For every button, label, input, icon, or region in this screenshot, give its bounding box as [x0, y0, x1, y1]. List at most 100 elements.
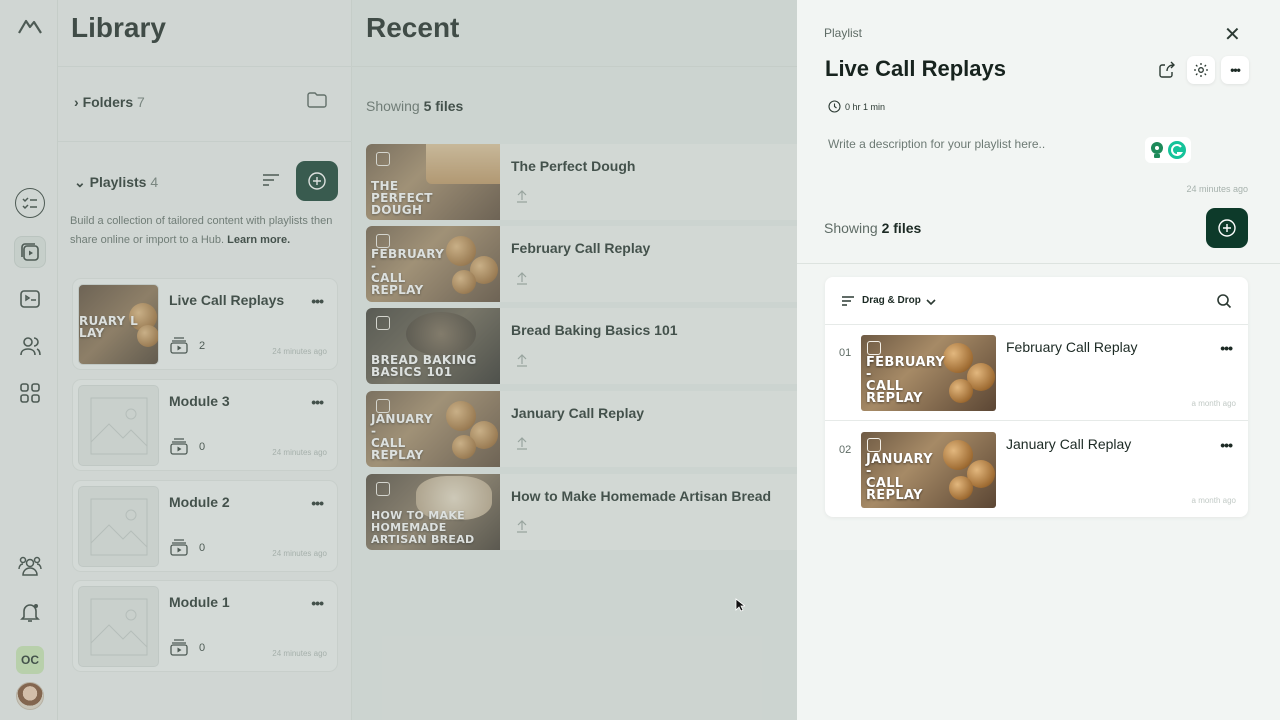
plus-icon [1218, 219, 1236, 237]
clock-icon [828, 100, 841, 113]
plus-icon [308, 172, 326, 190]
file-title: January Call Replay [1006, 436, 1132, 452]
select-checkbox[interactable] [376, 316, 390, 330]
settings-gear-icon[interactable] [1187, 56, 1215, 84]
file-title: February Call Replay [511, 240, 651, 256]
sort-icon[interactable] [841, 294, 855, 312]
file-row[interactable]: BREAD BAKING BASICS 101 Bread Baking Basi… [366, 308, 797, 384]
share-icon[interactable] [1153, 56, 1181, 84]
placeholder-image-icon [78, 486, 159, 567]
upload-icon[interactable] [516, 353, 528, 372]
recent-file-count: Showing 5 files [366, 98, 464, 114]
add-file-button[interactable] [1206, 208, 1248, 248]
video-stack-icon [169, 336, 189, 359]
bell-icon[interactable] [14, 596, 46, 628]
playlists-nav-icon[interactable] [14, 236, 46, 268]
file-thumbnail: HOW TO MAKE HOMEMADE ARTISAN BREAD [366, 474, 500, 550]
folders-label: Folders [82, 94, 134, 110]
select-checkbox[interactable] [867, 438, 881, 452]
recent-title: Recent [366, 12, 460, 43]
hubs-nav-icon[interactable] [14, 377, 46, 409]
more-options-icon[interactable]: ••• [311, 394, 324, 410]
file-row[interactable]: THE PERFECT DOUGH The Perfect Dough [366, 144, 797, 220]
community-icon[interactable] [14, 550, 46, 582]
file-thumbnail: BREAD BAKING BASICS 101 [366, 308, 500, 384]
panel-breadcrumb: Playlist [824, 26, 863, 40]
select-checkbox[interactable] [376, 234, 390, 248]
folders-section[interactable]: › Folders 7 [58, 66, 352, 142]
video-stack-icon [169, 437, 189, 460]
select-checkbox[interactable] [376, 399, 390, 413]
chevron-down-icon[interactable] [925, 294, 937, 312]
select-checkbox[interactable] [376, 482, 390, 496]
file-row[interactable]: HOW TO MAKE HOMEMADE ARTISAN BREAD How to … [366, 474, 797, 550]
updated-timestamp: 24 minutes ago [1186, 184, 1248, 194]
list-item[interactable]: 01 FEBRUARY - CALL REPLAY February Call Rep… [825, 325, 1248, 421]
library-panel: Library › Folders 7 ⌄ Playlists 4 Build … [58, 0, 352, 720]
checklist-icon[interactable] [15, 188, 45, 218]
search-icon[interactable] [1216, 293, 1232, 314]
file-title: How to Make Homemade Artisan Bread [511, 488, 772, 504]
more-options-icon[interactable]: ••• [311, 293, 324, 309]
playlist-card[interactable]: Module 3 ••• 0 24 minutes ago [72, 379, 338, 471]
playlist-title: Live Call Replays [825, 56, 1006, 81]
recent-panel: Recent Showing 5 files THE PERFECT DOUGH T… [352, 0, 797, 720]
more-options-icon[interactable]: ••• [1220, 340, 1233, 356]
list-toolbar: Drag & Drop [825, 277, 1248, 325]
avatar[interactable] [16, 682, 44, 710]
more-options-icon[interactable]: ••• [1221, 56, 1249, 84]
file-row[interactable]: JANUARY - CALL REPLAY January Call Replay [366, 391, 797, 467]
more-options-icon[interactable]: ••• [311, 495, 324, 511]
logo-icon[interactable] [14, 10, 46, 42]
file-thumbnail: JANUARY - CALL REPLAY [861, 432, 996, 508]
playlist-title: Live Call Replays [169, 292, 285, 308]
description-input[interactable]: Write a description for your playlist he… [828, 137, 1045, 151]
playlists-description: Build a collection of tailored content w… [70, 215, 333, 246]
upload-icon[interactable] [516, 436, 528, 455]
playlist-card[interactable]: RUARY L LAY Live Call Replays ••• 2 24 m… [72, 278, 338, 370]
close-icon[interactable]: ✕ [1224, 22, 1241, 47]
contacts-nav-icon[interactable] [14, 330, 46, 362]
upload-icon[interactable] [516, 271, 528, 290]
user-initials-badge[interactable]: OC [16, 646, 44, 674]
sort-dropdown[interactable]: Drag & Drop [862, 295, 921, 306]
file-title: February Call Replay [1006, 339, 1138, 355]
playlist-card[interactable]: Module 2 ••• 0 24 minutes ago [72, 480, 338, 572]
video-count: 2 [199, 340, 206, 352]
learn-more-link[interactable]: Learn more. [227, 234, 290, 246]
playlist-title: Module 1 [169, 594, 230, 610]
chevron-right-icon: › [74, 94, 83, 110]
placeholder-image-icon [78, 586, 159, 667]
playlist-title: Module 2 [169, 494, 230, 510]
video-count: 0 [199, 542, 206, 554]
folder-icon[interactable] [306, 91, 328, 114]
more-options-icon[interactable]: ••• [1220, 437, 1233, 453]
list-item[interactable]: 02 JANUARY - CALL REPLAY January Call Repla… [825, 422, 1248, 518]
add-playlist-button[interactable] [296, 161, 338, 201]
playlist-card[interactable]: Module 1 ••• 0 24 minutes ago [72, 580, 338, 672]
item-number: 02 [839, 444, 852, 456]
upload-icon[interactable] [516, 189, 528, 208]
sort-icon[interactable] [262, 172, 280, 193]
divider [352, 66, 797, 67]
select-checkbox[interactable] [867, 341, 881, 355]
placeholder-image-icon [78, 385, 159, 466]
grammarly-widget[interactable] [1145, 137, 1191, 163]
file-title: The Perfect Dough [511, 158, 636, 174]
video-count: 0 [199, 642, 206, 654]
select-checkbox[interactable] [376, 152, 390, 166]
timestamp: 24 minutes ago [272, 347, 327, 356]
playlist-file-list: Drag & Drop 01 FEBRUARY - CALL REPLAY Febru… [825, 277, 1248, 517]
lightbulb-icon [1151, 142, 1163, 158]
upload-icon[interactable] [516, 519, 528, 538]
more-options-icon[interactable]: ••• [311, 595, 324, 611]
mouse-cursor-icon [735, 598, 747, 617]
item-number: 01 [839, 347, 852, 359]
file-row[interactable]: FEBRUARY - CALL REPLAY February Call Replay [366, 226, 797, 302]
video-stack-icon [169, 638, 189, 661]
file-title: Bread Baking Basics 101 [511, 322, 678, 338]
file-thumbnail: FEBRUARY - CALL REPLAY [861, 335, 996, 411]
timestamp: 24 minutes ago [272, 549, 327, 558]
media-nav-icon[interactable] [14, 283, 46, 315]
playlist-thumbnail: RUARY L LAY [78, 284, 159, 365]
